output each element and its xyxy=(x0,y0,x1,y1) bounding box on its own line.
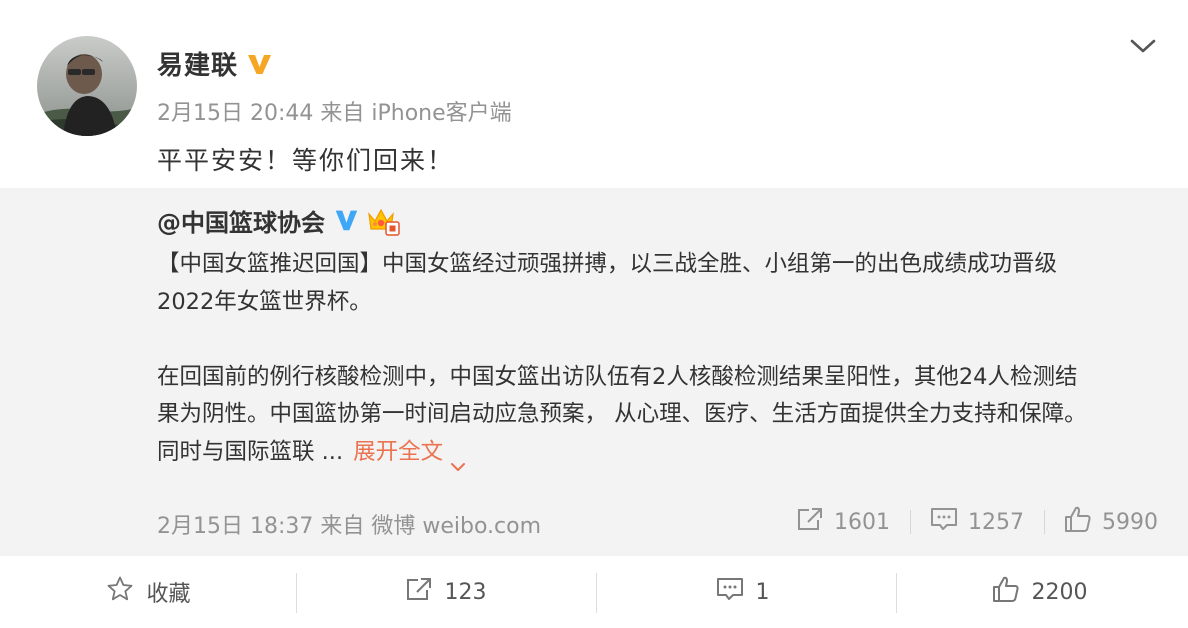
repost-author-row: @中国篮球协会 xyxy=(157,203,400,237)
like-icon xyxy=(992,575,1032,609)
expand-full-text-link[interactable]: 展开全文 xyxy=(353,438,466,471)
comment-icon xyxy=(930,506,968,538)
author-avatar[interactable] xyxy=(37,36,137,136)
comment-icon xyxy=(716,576,756,608)
repost-line: 【中国女篮推迟回国】中国女篮经过顽强拼搏，以三战全胜、小组第一的出色成绩成功晋级 xyxy=(157,251,1058,277)
favorite-button[interactable]: 收藏 xyxy=(0,556,297,628)
more-chevron-icon[interactable] xyxy=(1128,34,1158,58)
repost-count: 123 xyxy=(444,579,487,605)
comment-button[interactable]: 1 xyxy=(594,556,891,628)
repost-body: 【中国女篮推迟回国】中国女篮经过顽强拼搏，以三战全胜、小组第一的出色成绩成功晋级… xyxy=(157,246,1147,471)
repost-stat-likes[interactable]: 5990 xyxy=(1064,506,1158,538)
repost-stat-comments-inner[interactable]: 1257 xyxy=(930,506,1024,538)
post-meta: 2月15日 20:44 来自 iPhone客户端 xyxy=(157,101,512,126)
repost-stat-comments[interactable]: 1257 xyxy=(930,506,1024,538)
expand-label: 展开全文 xyxy=(353,438,444,465)
repost-author-name: 中国篮球协会 xyxy=(181,208,325,237)
post-text: 平平安安！等你们回来！ xyxy=(157,146,455,175)
repost-line: 同时与国际篮联 ... xyxy=(157,438,344,465)
repost-stat-reposts-inner[interactable]: 1601 xyxy=(796,506,890,538)
weibo-post-card: 易建联 2月15日 20:44 来自 iPhone客户端 平平安安！等你们回来！… xyxy=(0,0,1188,628)
author-name-row: 易建联 xyxy=(157,43,274,83)
repost-line-last: 同时与国际篮联 ... 展开全文 xyxy=(157,434,1147,471)
favorite-label: 收藏 xyxy=(146,582,191,607)
likes-count: 5990 xyxy=(1102,509,1158,535)
repost-button[interactable]: 123 xyxy=(297,556,594,628)
repost-line: 在回国前的例行核酸检测中，中国女篮出访队伍有2人核酸检测结果呈阳性，其他24人检… xyxy=(157,363,1078,390)
repost-stat-likes-inner[interactable]: 5990 xyxy=(1064,505,1158,539)
repost-block[interactable]: @中国篮球协会 【中国女篮推迟回国】中国女篮经过顽强拼搏，以三战全胜、小组第一的… xyxy=(0,188,1188,556)
crown-badge-icon xyxy=(366,204,400,236)
comment-count: 1 xyxy=(755,579,770,605)
repost-stat-reposts[interactable]: 1601 xyxy=(796,506,890,538)
stat-divider xyxy=(1044,510,1045,534)
at-sign: @ xyxy=(157,208,181,237)
comments-count: 1257 xyxy=(968,509,1024,535)
reposts-count: 1601 xyxy=(834,509,890,535)
action-bar: 收藏 123 1 2200 xyxy=(0,556,1188,628)
verified-blue-icon xyxy=(332,206,360,234)
repost-meta: 2月15日 18:37 来自 微博 weibo.com xyxy=(157,514,542,539)
verified-gold-icon xyxy=(244,48,274,78)
chevron-down-icon xyxy=(451,447,466,471)
like-count: 2200 xyxy=(1031,579,1088,605)
star-icon xyxy=(106,575,146,609)
like-icon xyxy=(1064,505,1102,539)
like-button[interactable]: 2200 xyxy=(891,556,1188,628)
author-name[interactable]: 易建联 xyxy=(157,45,238,82)
stat-divider xyxy=(910,510,911,534)
repost-line: 果为阴性。中国篮协第一时间启动应急预案， 从心理、医疗、生活方面提供全力支持和保… xyxy=(157,401,1087,427)
repost-author[interactable]: @中国篮球协会 xyxy=(157,203,325,238)
repost-icon xyxy=(405,576,445,608)
repost-line: 2022年女篮世界杯。 xyxy=(157,288,372,315)
repost-icon xyxy=(796,506,834,538)
